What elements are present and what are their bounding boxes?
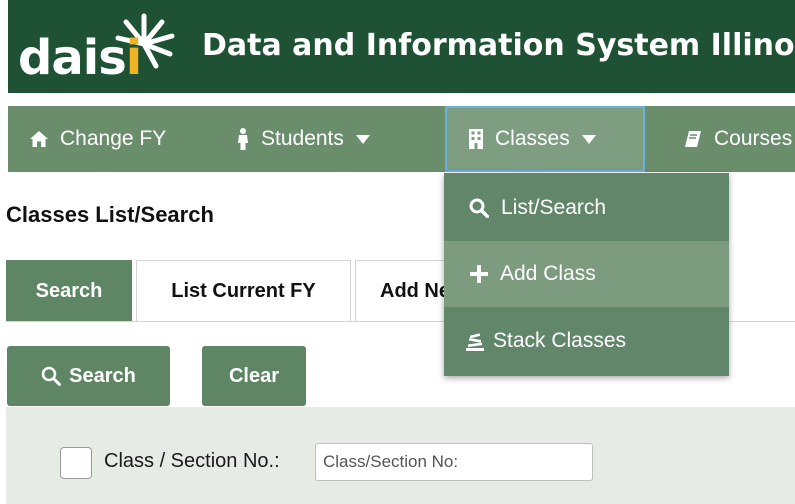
clear-button[interactable]: Clear bbox=[202, 346, 306, 406]
nav-classes[interactable]: Classes bbox=[445, 106, 645, 172]
page-title: Classes List/Search bbox=[6, 202, 214, 227]
site-title: Data and Information System Illinois bbox=[202, 28, 795, 63]
nav-change-fy-label: Change FY bbox=[60, 127, 167, 150]
nav-classes-label: Classes bbox=[495, 127, 570, 150]
search-button-label: Search bbox=[69, 364, 136, 387]
menu-item-list-search-label: List/Search bbox=[501, 196, 607, 219]
daisi-logo[interactable]: daisi bbox=[14, 6, 184, 92]
menu-item-stack-classes[interactable]: Stack Classes bbox=[444, 308, 729, 374]
site-header: daisi Data and Information System Illino… bbox=[8, 0, 795, 93]
search-icon bbox=[469, 198, 489, 218]
book-icon bbox=[684, 130, 702, 148]
nav-students-label: Students bbox=[261, 127, 344, 150]
class-section-checkbox[interactable] bbox=[60, 447, 92, 479]
menu-item-add-class[interactable]: Add Class bbox=[444, 241, 729, 307]
chevron-down-icon bbox=[355, 134, 370, 144]
chevron-down-icon bbox=[581, 134, 596, 144]
nav-change-fy[interactable]: Change FY bbox=[30, 106, 166, 172]
menu-item-stack-classes-label: Stack Classes bbox=[493, 329, 627, 352]
nav-courses[interactable]: Courses bbox=[684, 106, 792, 172]
plus-icon bbox=[470, 265, 488, 283]
menu-item-list-search[interactable]: List/Search bbox=[444, 175, 729, 241]
home-icon bbox=[30, 131, 48, 147]
main-navbar: Change FY Students Classes Courses bbox=[8, 106, 795, 172]
classes-dropdown-menu: List/Search Add Class Stack Classes bbox=[444, 173, 729, 376]
tab-search[interactable]: Search bbox=[6, 260, 132, 322]
class-section-label: Class / Section No.: bbox=[104, 450, 280, 472]
tab-search-label: Search bbox=[35, 280, 103, 302]
building-icon bbox=[469, 129, 483, 149]
nav-students[interactable]: Students bbox=[237, 106, 370, 172]
clear-button-label: Clear bbox=[228, 364, 280, 387]
search-button[interactable]: Search bbox=[7, 346, 170, 406]
search-icon bbox=[41, 366, 62, 386]
tab-list-current-fy-label: List Current FY bbox=[171, 280, 316, 302]
nav-courses-label: Courses bbox=[714, 127, 793, 150]
class-section-input[interactable] bbox=[315, 443, 593, 481]
menu-item-add-class-label: Add Class bbox=[500, 262, 596, 285]
person-icon bbox=[237, 128, 249, 150]
logo-wordmark: daisi bbox=[18, 30, 142, 86]
tab-list-current-fy[interactable]: List Current FY bbox=[136, 260, 351, 322]
stack-icon bbox=[465, 331, 485, 351]
